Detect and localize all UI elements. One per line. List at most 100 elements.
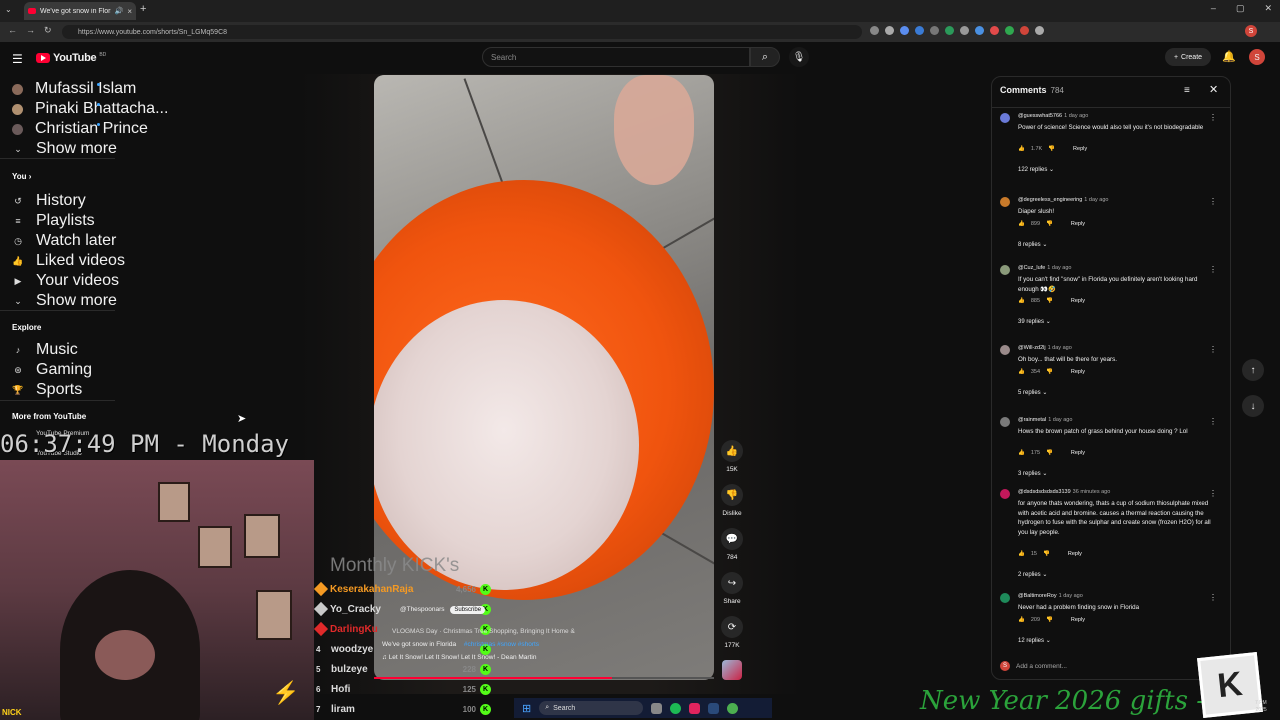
commenter-avatar[interactable] (1000, 265, 1010, 275)
hashtags[interactable]: #christmas #snow #shorts (464, 641, 539, 648)
thumbs-up-icon[interactable]: 👍 (1018, 369, 1025, 375)
commenter-avatar[interactable] (1000, 197, 1010, 207)
music-row[interactable]: ♫ Let It Snow! Let It Snow! Let It Snow!… (382, 654, 702, 661)
previous-short-button[interactable]: ↑ (1242, 359, 1264, 381)
view-replies-button[interactable]: 39 replies ⌄ (1018, 318, 1051, 325)
more-options-icon[interactable]: ⋮ (1209, 113, 1217, 122)
sound-thumbnail[interactable] (722, 660, 742, 680)
view-replies-button[interactable]: 8 replies ⌄ (1018, 241, 1047, 248)
thumbs-down-icon[interactable]: 👎 (1046, 298, 1053, 304)
steam-icon[interactable] (708, 702, 720, 714)
windows-start-icon[interactable]: ⊞ (522, 702, 531, 715)
thumbs-down-icon[interactable]: 👎 (1046, 221, 1053, 227)
app-icon[interactable] (689, 702, 701, 714)
search-input[interactable]: Search (482, 47, 750, 67)
browser-tab[interactable]: We've got snow in Florida 🔊 × (24, 2, 136, 20)
extension-icon[interactable] (900, 26, 909, 35)
view-replies-button[interactable]: 5 replies ⌄ (1018, 389, 1047, 396)
close-icon[interactable]: ✕ (1209, 83, 1218, 96)
channel-handle[interactable]: @Thespoonars (400, 606, 445, 613)
notifications-bell-icon[interactable]: 🔔 (1222, 50, 1236, 63)
thumbs-down-icon[interactable]: 👎 (1043, 551, 1050, 557)
tab-search-icon[interactable]: ⌄ (5, 5, 12, 14)
sidebar-show-more[interactable]: ⌄ Show more (12, 292, 117, 310)
reply-button[interactable]: Reply (1071, 221, 1085, 227)
sidebar-item-playlists[interactable]: ≡ Playlists (12, 212, 94, 230)
reply-button[interactable]: Reply (1068, 551, 1082, 557)
reply-button[interactable]: Reply (1071, 298, 1085, 304)
thumbs-up-icon[interactable]: 👍 (1018, 551, 1025, 557)
commenter-avatar[interactable] (1000, 345, 1010, 355)
sidebar-you-heading[interactable]: You › (12, 172, 31, 181)
star-icon[interactable] (885, 26, 894, 35)
close-window-icon[interactable]: ✕ (1264, 3, 1272, 14)
comment-author[interactable]: @rainmetal (1018, 417, 1046, 423)
sidebar-item-liked-videos[interactable]: 👍 Liked videos (12, 252, 125, 270)
like-button[interactable]: 👍 15K (718, 440, 746, 473)
extension-icon[interactable] (1035, 26, 1044, 35)
reload-icon[interactable]: ↻ (44, 25, 52, 36)
more-options-icon[interactable]: ⋮ (1209, 197, 1217, 206)
view-replies-button[interactable]: 2 replies ⌄ (1018, 571, 1047, 578)
commenter-avatar[interactable] (1000, 113, 1010, 123)
forward-icon[interactable]: → (26, 25, 35, 35)
commenter-avatar[interactable] (1000, 489, 1010, 499)
account-avatar[interactable]: S (1249, 49, 1265, 65)
comment-author[interactable]: @Cuz_lufe (1018, 265, 1045, 271)
chrome-icon[interactable] (727, 702, 739, 714)
more-options-icon[interactable]: ⋮ (1209, 489, 1217, 498)
reply-button[interactable]: Reply (1071, 450, 1085, 456)
add-comment-field[interactable]: S Add a comment... (1000, 661, 1067, 671)
extension-icon[interactable] (945, 26, 954, 35)
browser-profile-avatar[interactable]: S (1245, 25, 1257, 37)
comment-author[interactable]: @Will-zd2lj (1018, 345, 1046, 351)
remix-button[interactable]: ⟳ 177K (718, 616, 746, 649)
sidebar-show-more[interactable]: ⌄ Show more (12, 140, 117, 158)
more-options-icon[interactable]: ⋮ (1209, 593, 1217, 602)
comment-author[interactable]: @dsdsdsdsdsds3139 (1018, 489, 1071, 495)
url-field[interactable]: https://www.youtube.com/shorts/Sn_LGMq59… (62, 25, 862, 39)
maximize-icon[interactable]: ▢ (1236, 3, 1245, 14)
cast-icon[interactable] (870, 26, 879, 35)
extension-icon[interactable] (1020, 26, 1029, 35)
comment-author[interactable]: @guesswhat5766 (1018, 113, 1062, 119)
sidebar-item-history[interactable]: ↺ History (12, 192, 86, 210)
reply-button[interactable]: Reply (1071, 369, 1085, 375)
extension-icon[interactable] (960, 26, 969, 35)
extension-icon[interactable] (930, 26, 939, 35)
voice-search-button[interactable]: 🎙 (789, 47, 809, 67)
extension-icon[interactable] (915, 26, 924, 35)
minimize-icon[interactable]: – (1211, 3, 1216, 14)
sidebar-item-music[interactable]: ♪ Music (12, 341, 78, 359)
thumbs-down-icon[interactable]: 👎 (1046, 450, 1053, 456)
thumbs-up-icon[interactable]: 👍 (1018, 450, 1025, 456)
video-progress-bar[interactable] (374, 677, 714, 679)
thumbs-down-icon[interactable]: 👎 (1048, 146, 1055, 152)
reply-button[interactable]: Reply (1071, 617, 1085, 623)
thumbs-down-icon[interactable]: 👎 (1046, 617, 1053, 623)
thumbs-up-icon[interactable]: 👍 (1018, 221, 1025, 227)
sidebar-item-gaming[interactable]: ⊛ Gaming (12, 361, 92, 379)
extension-icon[interactable] (1005, 26, 1014, 35)
thumbs-up-icon[interactable]: 👍 (1018, 298, 1025, 304)
sidebar-item-subscription[interactable]: Mufassil Islam (12, 80, 136, 98)
more-options-icon[interactable]: ⋮ (1209, 417, 1217, 426)
extension-icon[interactable] (975, 26, 984, 35)
next-short-button[interactable]: ↓ (1242, 395, 1264, 417)
speaker-icon[interactable]: 🔊 (115, 7, 124, 15)
sort-icon[interactable]: ≡ (1184, 85, 1190, 96)
sidebar-item-sports[interactable]: 🏆 Sports (12, 381, 82, 399)
taskbar-search[interactable]: ⌕ Search (539, 701, 644, 715)
view-replies-button[interactable]: 3 replies ⌄ (1018, 470, 1047, 477)
comment-author[interactable]: @degreeless_engineering (1018, 197, 1082, 203)
reply-button[interactable]: Reply (1073, 146, 1087, 152)
more-options-icon[interactable]: ⋮ (1209, 345, 1217, 354)
comments-button[interactable]: 💬 784 (718, 528, 746, 561)
thumbs-down-icon[interactable]: 👎 (1046, 369, 1053, 375)
extension-icon[interactable] (990, 26, 999, 35)
back-icon[interactable]: ← (8, 25, 17, 35)
view-replies-button[interactable]: 12 replies ⌄ (1018, 637, 1051, 644)
share-button[interactable]: ↪ Share (718, 572, 746, 605)
new-tab-button[interactable]: + (140, 3, 146, 15)
sidebar-item-your-videos[interactable]: ▶ Your videos (12, 272, 120, 290)
